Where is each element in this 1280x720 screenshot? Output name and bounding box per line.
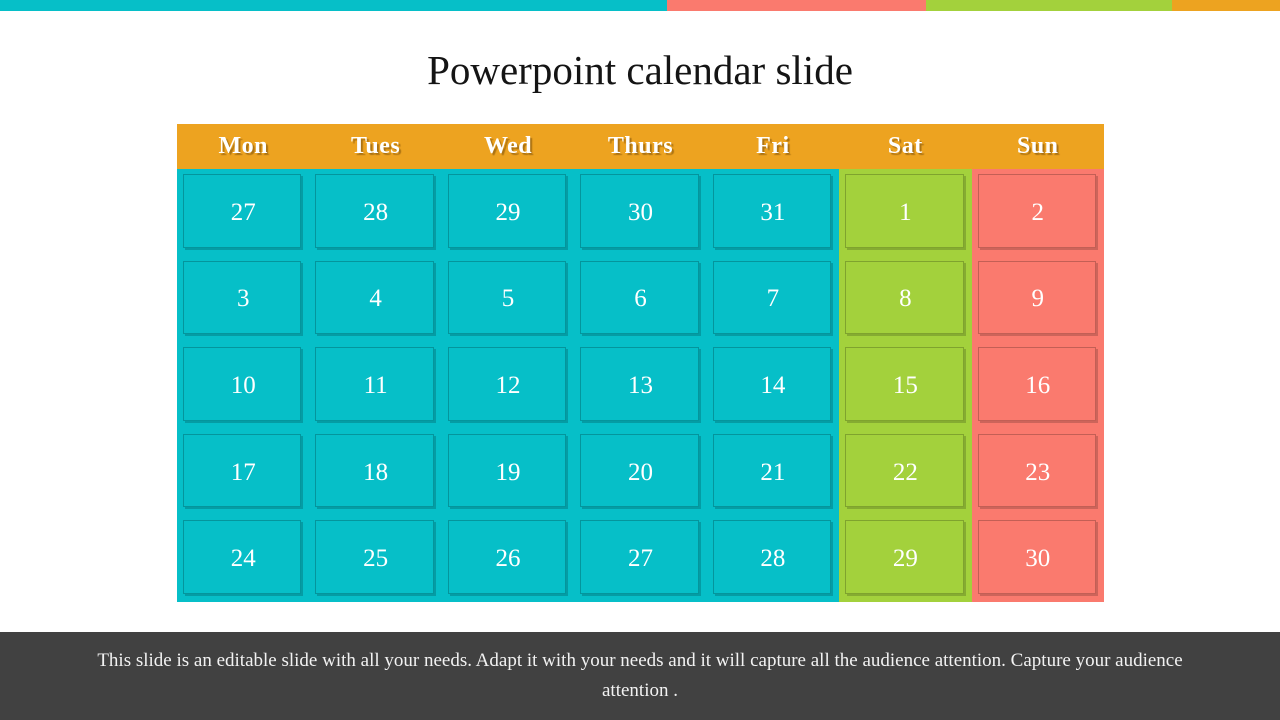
top-bar-segment-orange [1172, 0, 1280, 11]
day-header-sun: Sun [1016, 133, 1059, 159]
day-number: 5 [501, 285, 515, 313]
day-number: 20 [627, 458, 653, 486]
calendar-day-cell[interactable]: 14 [706, 342, 840, 429]
calendar-day-cell[interactable]: 10 [177, 342, 310, 429]
calendar-day-cell[interactable]: 20 [574, 428, 707, 516]
calendar-day-cell[interactable]: 21 [706, 428, 840, 516]
calendar-week-row: 17 18 19 20 21 22 23 [177, 428, 1104, 516]
day-number: 29 [495, 198, 521, 226]
day-number: 27 [627, 545, 653, 573]
day-number: 18 [363, 458, 389, 486]
day-header-fri: Fri [756, 133, 790, 159]
day-number: 14 [760, 371, 786, 399]
day-number: 4 [369, 285, 382, 313]
calendar-day-cell[interactable]: 13 [574, 342, 707, 429]
day-number: 7 [766, 285, 780, 313]
page-title: Powerpoint calendar slide [427, 47, 853, 93]
calendar-day-cell[interactable]: 27 [574, 515, 707, 602]
calendar-day-cell[interactable]: 29 [839, 515, 972, 602]
day-number: 30 [1025, 545, 1051, 573]
calendar-day-cell[interactable]: 8 [839, 255, 972, 343]
calendar-day-cell[interactable]: 29 [441, 169, 575, 256]
calendar-day-cell[interactable]: 6 [574, 255, 707, 343]
top-bar-segment-green [926, 0, 1172, 11]
day-number: 27 [230, 198, 256, 226]
calendar-week-row: 10 11 12 13 14 15 16 [177, 342, 1104, 429]
calendar-day-cell[interactable]: 22 [839, 428, 972, 516]
calendar-day-cell[interactable]: 30 [971, 515, 1104, 602]
day-header-wed: Wed [483, 133, 533, 159]
day-number: 10 [230, 371, 256, 399]
day-header-mon: Mon [218, 133, 268, 159]
calendar-day-cell[interactable]: 17 [177, 428, 310, 516]
footer-bar: This slide is an editable slide with all… [0, 632, 1280, 720]
day-number: 8 [899, 285, 912, 313]
day-number: 1 [899, 198, 912, 226]
calendar-day-cell[interactable]: 3 [177, 255, 310, 343]
day-number: 15 [892, 371, 918, 399]
calendar-day-cell[interactable]: 9 [971, 255, 1104, 343]
day-number: 26 [495, 545, 521, 573]
calendar-day-cell[interactable]: 15 [839, 342, 972, 429]
calendar-day-cell[interactable]: 24 [177, 515, 310, 602]
calendar-day-cell[interactable]: 2 [971, 169, 1104, 256]
calendar-day-cell[interactable]: 7 [706, 255, 840, 343]
day-number: 13 [627, 371, 653, 399]
day-number: 12 [495, 371, 521, 399]
day-number: 17 [230, 458, 256, 486]
calendar-header-row: Mon Tues Wed Thurs Fri Sat Sun [177, 124, 1104, 169]
calendar-week-row: 27 28 29 30 31 1 2 [177, 169, 1104, 256]
footer-text: This slide is an editable slide with all… [97, 650, 1183, 701]
day-header-thurs: Thurs [607, 133, 674, 159]
day-number: 31 [760, 198, 786, 226]
calendar-day-cell[interactable]: 16 [971, 342, 1104, 429]
day-header-sat: Sat [887, 133, 923, 159]
calendar-day-cell[interactable]: 18 [309, 428, 442, 516]
day-header-tues: Tues [351, 133, 401, 159]
day-number: 19 [495, 458, 521, 486]
day-number: 11 [363, 371, 388, 399]
calendar-day-cell[interactable]: 30 [574, 169, 707, 256]
calendar-day-cell[interactable]: 28 [706, 515, 840, 602]
calendar-body: 27 28 29 30 31 1 2 3 4 5 6 7 8 9 10 11 12 13 14 15 16 17 18 19 2… [177, 169, 1104, 602]
calendar-day-cell[interactable]: 4 [309, 255, 442, 343]
top-bar-segment-teal [0, 0, 667, 11]
calendar-day-cell[interactable]: 27 [177, 169, 310, 256]
calendar-day-cell[interactable]: 25 [309, 515, 442, 602]
day-number: 30 [627, 198, 653, 226]
calendar-day-cell[interactable]: 31 [706, 169, 840, 256]
day-number: 16 [1025, 371, 1051, 399]
calendar-day-cell[interactable]: 19 [441, 428, 575, 516]
day-number: 28 [363, 198, 389, 226]
calendar-week-row: 24 25 26 27 28 29 30 [177, 515, 1104, 602]
calendar-day-cell[interactable]: 26 [441, 515, 575, 602]
day-number: 23 [1025, 458, 1051, 486]
calendar-day-cell[interactable]: 28 [309, 169, 442, 256]
day-number: 25 [363, 545, 389, 573]
day-number: 3 [236, 285, 250, 313]
day-number: 21 [760, 458, 786, 486]
day-number: 29 [892, 545, 918, 573]
calendar-day-cell[interactable]: 5 [441, 255, 575, 343]
calendar-week-row: 3 4 5 6 7 8 9 [177, 255, 1104, 343]
day-number: 24 [230, 545, 256, 573]
day-number: 9 [1031, 285, 1044, 313]
day-number: 2 [1031, 198, 1044, 226]
calendar-day-cell[interactable]: 1 [839, 169, 972, 256]
day-number: 28 [760, 545, 786, 573]
day-number: 22 [892, 458, 918, 486]
top-accent-bar [0, 0, 1280, 11]
calendar-day-cell[interactable]: 23 [971, 428, 1104, 516]
day-number: 6 [634, 285, 647, 313]
calendar-day-cell[interactable]: 11 [309, 342, 442, 429]
calendar-day-cell[interactable]: 12 [441, 342, 575, 429]
top-bar-segment-salmon [667, 0, 926, 11]
calendar: Mon Tues Wed Thurs Fri Sat Sun 27 28 29 30 31 1 2 3 4 5… [177, 124, 1104, 602]
